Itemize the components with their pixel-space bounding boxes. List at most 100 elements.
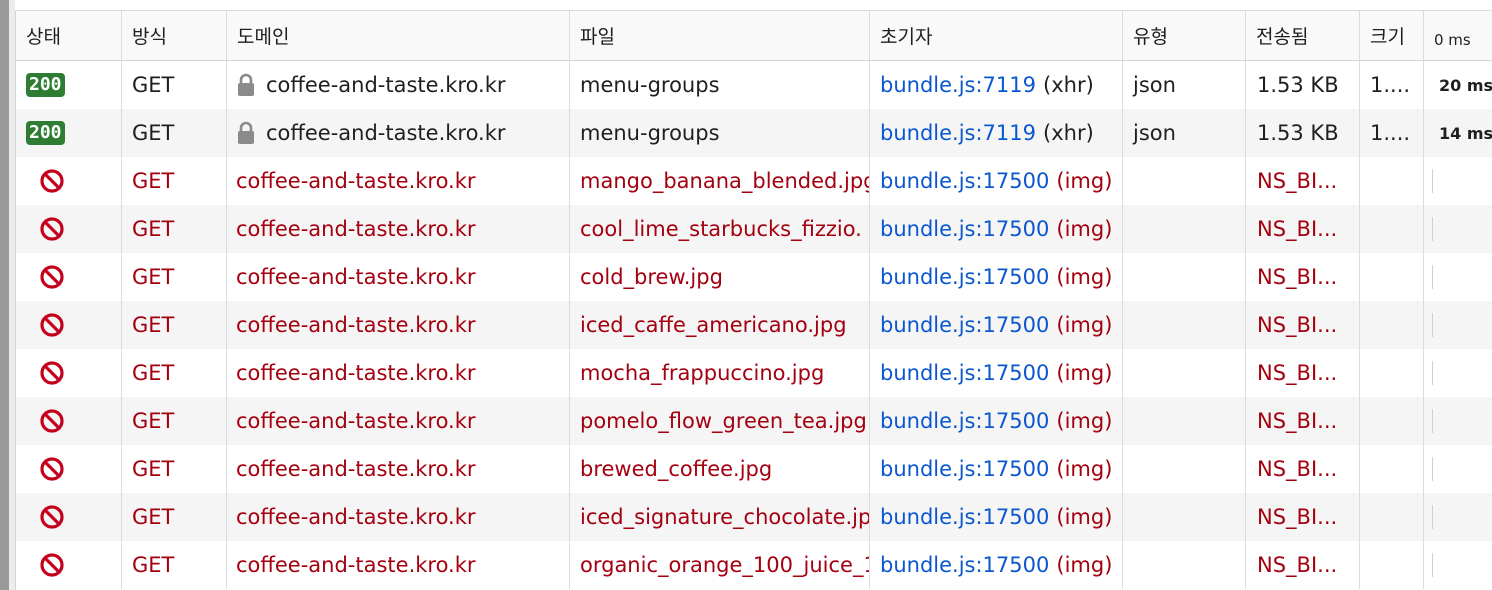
column-header-timeline[interactable]: 0 ms: [1424, 11, 1492, 60]
size-cell: [1360, 493, 1424, 541]
method-cell: GET: [122, 109, 227, 157]
transferred-text: NS_BI...: [1257, 361, 1338, 385]
column-header-transferred[interactable]: 전송됨: [1246, 11, 1360, 60]
initiator-link[interactable]: bundle.js:17500: [880, 361, 1049, 385]
status-code-badge: 200: [26, 73, 65, 97]
method-text: GET: [132, 313, 175, 337]
blocked-icon: [40, 457, 64, 481]
domain-text: coffee-and-taste.kro.kr: [236, 457, 476, 481]
domain-cell: coffee-and-taste.kro.kr: [227, 61, 570, 109]
domain-cell: coffee-and-taste.kro.kr: [227, 253, 570, 301]
initiator-link[interactable]: bundle.js:17500: [880, 457, 1049, 481]
table-row[interactable]: GET coffee-and-taste.kro.kr mocha_frappu…: [16, 349, 1492, 397]
method-cell: GET: [122, 253, 227, 301]
timeline-cell: [1424, 157, 1492, 205]
initiator-cell: bundle.js:17500 (img): [870, 205, 1123, 253]
domain-text: coffee-and-taste.kro.kr: [266, 73, 506, 97]
transferred-cell: NS_BI...: [1246, 349, 1360, 397]
table-row[interactable]: 200 GET coffee-and-taste.kro.kr menu-gro…: [16, 61, 1492, 109]
domain-text: coffee-and-taste.kro.kr: [236, 409, 476, 433]
column-header-method[interactable]: 방식: [122, 11, 227, 60]
domain-cell: coffee-and-taste.kro.kr: [227, 493, 570, 541]
initiator-link[interactable]: bundle.js:17500: [880, 553, 1049, 577]
table-row[interactable]: GET coffee-and-taste.kro.kr pomelo_flow_…: [16, 397, 1492, 445]
table-row[interactable]: GET coffee-and-taste.kro.kr organic_oran…: [16, 541, 1492, 589]
transferred-cell: NS_BI...: [1246, 205, 1360, 253]
method-text: GET: [132, 457, 175, 481]
initiator-cell: bundle.js:17500 (img): [870, 493, 1123, 541]
table-row[interactable]: GET coffee-and-taste.kro.kr iced_signatu…: [16, 493, 1492, 541]
table-row[interactable]: GET coffee-and-taste.kro.kr brewed_coffe…: [16, 445, 1492, 493]
initiator-cell: bundle.js:17500 (img): [870, 349, 1123, 397]
timing-tick: [1432, 265, 1433, 289]
type-cell: [1123, 205, 1246, 253]
table-row[interactable]: GET coffee-and-taste.kro.kr cool_lime_st…: [16, 205, 1492, 253]
initiator-link[interactable]: bundle.js:17500: [880, 505, 1049, 529]
column-header-type[interactable]: 유형: [1123, 11, 1246, 60]
status-cell: [16, 253, 122, 301]
timing-tick: [1432, 457, 1433, 481]
method-cell: GET: [122, 397, 227, 445]
window-left-edge: [0, 0, 9, 590]
initiator-cell: bundle.js:17500 (img): [870, 253, 1123, 301]
table-row[interactable]: GET coffee-and-taste.kro.kr iced_caffe_a…: [16, 301, 1492, 349]
column-header-file[interactable]: 파일: [570, 11, 870, 60]
column-header-size[interactable]: 크기: [1360, 11, 1424, 60]
initiator-cell: bundle.js:7119 (xhr): [870, 109, 1123, 157]
type-cell: [1123, 253, 1246, 301]
initiator-link[interactable]: bundle.js:17500: [880, 409, 1049, 433]
domain-text: coffee-and-taste.kro.kr: [236, 313, 476, 337]
lock-icon: [238, 73, 254, 96]
size-cell: [1360, 349, 1424, 397]
initiator-link[interactable]: bundle.js:17500: [880, 217, 1049, 241]
file-text: menu-groups: [580, 121, 720, 145]
table-row[interactable]: GET coffee-and-taste.kro.kr mango_banana…: [16, 157, 1492, 205]
initiator-kind: (xhr): [1043, 121, 1094, 145]
domain-text: coffee-and-taste.kro.kr: [236, 505, 476, 529]
file-text: iced_signature_chocolate.jp: [580, 505, 870, 529]
domain-text: coffee-and-taste.kro.kr: [236, 169, 476, 193]
timeline-cell: [1424, 349, 1492, 397]
file-cell: cool_lime_starbucks_fizzio.: [570, 205, 870, 253]
toolbar-strip: [15, 0, 1492, 11]
blocked-icon: [40, 169, 64, 193]
transferred-cell: NS_BI...: [1246, 157, 1360, 205]
initiator-link[interactable]: bundle.js:17500: [880, 265, 1049, 289]
column-header-domain[interactable]: 도메인: [227, 11, 570, 60]
blocked-icon: [40, 409, 64, 433]
table-row[interactable]: 200 GET coffee-and-taste.kro.kr menu-gro…: [16, 109, 1492, 157]
type-cell: [1123, 157, 1246, 205]
domain-text: coffee-and-taste.kro.kr: [236, 265, 476, 289]
size-cell: [1360, 301, 1424, 349]
initiator-link[interactable]: bundle.js:17500: [880, 313, 1049, 337]
initiator-link[interactable]: bundle.js:7119: [880, 121, 1036, 145]
transferred-cell: NS_BI...: [1246, 253, 1360, 301]
initiator-kind: (img): [1056, 505, 1113, 529]
domain-cell: coffee-and-taste.kro.kr: [227, 349, 570, 397]
timing-tick: [1432, 361, 1433, 385]
request-rows: 200 GET coffee-and-taste.kro.kr menu-gro…: [16, 61, 1492, 589]
domain-cell: coffee-and-taste.kro.kr: [227, 157, 570, 205]
initiator-cell: bundle.js:17500 (img): [870, 157, 1123, 205]
lock-icon: [238, 121, 254, 144]
initiator-link[interactable]: bundle.js:7119: [880, 73, 1036, 97]
initiator-kind: (img): [1056, 217, 1113, 241]
method-cell: GET: [122, 349, 227, 397]
initiator-kind: (img): [1056, 169, 1113, 193]
type-cell: [1123, 301, 1246, 349]
transferred-text: NS_BI...: [1257, 553, 1338, 577]
type-text: json: [1133, 73, 1176, 97]
initiator-kind: (img): [1056, 409, 1113, 433]
network-request-table: 상태 방식 도메인 파일 초기자 유형 전송됨 크기 0 ms 200 GET …: [15, 11, 1492, 590]
blocked-icon: [40, 505, 64, 529]
type-cell: json: [1123, 61, 1246, 109]
initiator-link[interactable]: bundle.js:17500: [880, 169, 1049, 193]
column-header-status[interactable]: 상태: [16, 11, 122, 60]
method-text: GET: [132, 217, 175, 241]
column-header-initiator[interactable]: 초기자: [870, 11, 1123, 60]
transferred-cell: 1.53 KB: [1246, 61, 1360, 109]
transferred-text: NS_BI...: [1257, 313, 1338, 337]
initiator-cell: bundle.js:17500 (img): [870, 301, 1123, 349]
table-row[interactable]: GET coffee-and-taste.kro.kr cold_brew.jp…: [16, 253, 1492, 301]
timing-tick: [1432, 505, 1433, 529]
